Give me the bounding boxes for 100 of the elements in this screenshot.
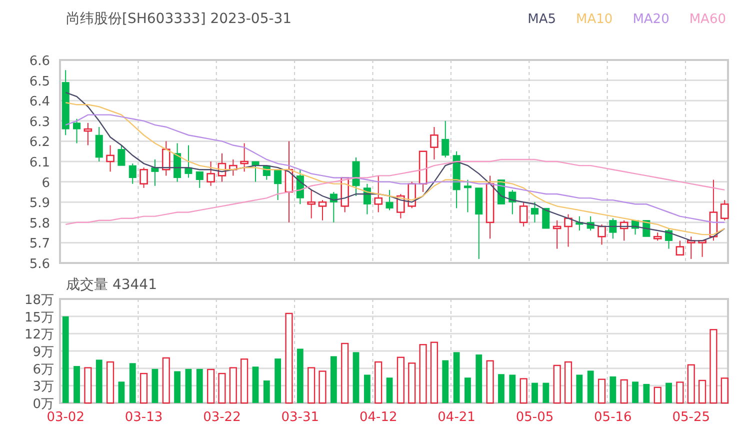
- candlestick: [486, 175, 494, 240]
- candlestick: [229, 158, 238, 176]
- date-label: 05-05: [516, 410, 554, 425]
- candlestick: [620, 220, 628, 242]
- volume-bar: [218, 372, 226, 404]
- axis-label: 5.8: [29, 216, 50, 232]
- volume-bar: [374, 361, 382, 404]
- volume-bar: [185, 368, 192, 403]
- axis-label: 6.4: [29, 94, 50, 110]
- volume-bar: [84, 367, 92, 404]
- volume-bar: [118, 382, 125, 403]
- candlestick: [95, 126, 103, 162]
- axis-label: 5.7: [29, 236, 50, 252]
- volume-bar: [386, 378, 393, 403]
- volume-bar: [654, 386, 662, 404]
- candlestick: [552, 220, 562, 250]
- candlestick: [128, 163, 136, 184]
- axis-label: 9万: [32, 345, 54, 360]
- legend-label: MA60: [689, 12, 726, 26]
- candlestick: [386, 189, 394, 211]
- volume-bar: [174, 371, 180, 403]
- candlestick: [720, 200, 729, 221]
- candlestick: [296, 169, 304, 205]
- candlestick: [542, 208, 550, 229]
- candlestick: [73, 118, 81, 144]
- candlestick: [698, 240, 706, 258]
- axis-label: 5.9: [29, 196, 50, 212]
- volume-bar: [698, 380, 706, 404]
- candlestick: [452, 150, 460, 209]
- candlestick: [442, 120, 450, 158]
- volume-bar: [430, 342, 438, 404]
- candlestick: [196, 171, 204, 188]
- candlestick: [665, 228, 673, 250]
- axis-label: 6: [42, 176, 50, 191]
- axis-label: 6万: [32, 362, 54, 378]
- date-label: 03-22: [203, 410, 241, 425]
- candlestick: [709, 179, 718, 242]
- volume-bar: [263, 380, 270, 403]
- axis-label: 5.6: [29, 257, 50, 270]
- volume-bar: [498, 374, 504, 403]
- axis-label: 18万: [24, 293, 54, 308]
- candlestick: [430, 126, 438, 160]
- volume-bar: [632, 382, 638, 403]
- volume-title: 成交量 43441: [66, 277, 157, 293]
- volume-bar: [676, 382, 684, 404]
- volume-bar: [587, 370, 594, 403]
- candlestick: [106, 144, 114, 172]
- axis-label: 6.2: [29, 135, 50, 150]
- volume-bar: [152, 368, 158, 403]
- candlestick: [531, 202, 538, 223]
- axis-label: 6.1: [29, 156, 50, 170]
- date-label: 03-31: [281, 410, 320, 425]
- volume-bar: [564, 361, 572, 404]
- volume-bar: [476, 354, 482, 403]
- volume-bar: [419, 344, 427, 404]
- candlestick: [396, 193, 405, 219]
- candlestick: [352, 156, 360, 196]
- volume-bar: [274, 358, 282, 403]
- candlestick: [686, 236, 696, 260]
- legend-label: MA20: [632, 12, 670, 26]
- date-label: 04-12: [359, 410, 398, 425]
- volume-bar: [74, 366, 80, 403]
- date-label: 05-25: [672, 410, 710, 425]
- candlestick: [508, 189, 516, 215]
- volume-bar: [576, 374, 583, 403]
- candlestick: [252, 161, 260, 182]
- volume-bar: [408, 362, 416, 404]
- candlestick: [564, 214, 572, 248]
- volume-bar: [140, 372, 148, 404]
- volume-bar: [196, 368, 203, 403]
- volume-bar: [453, 352, 460, 403]
- candlestick: [140, 167, 148, 188]
- candlestick: [162, 140, 170, 176]
- volume-bar: [318, 370, 326, 404]
- candlestick: [330, 191, 338, 223]
- date-label: 05-16: [594, 410, 632, 425]
- volume-bar: [129, 363, 136, 403]
- volume-bar: [207, 368, 215, 404]
- candlestick: [62, 70, 70, 136]
- volume-bar: [666, 382, 672, 403]
- volume-bar: [464, 378, 471, 403]
- volume-bar: [308, 367, 316, 404]
- volume-bar: [532, 382, 538, 403]
- candlestick: [318, 200, 327, 221]
- candlestick: [363, 183, 371, 215]
- candlestick: [598, 224, 606, 246]
- volume-bar: [687, 364, 695, 404]
- candlestick: [576, 216, 584, 232]
- axis-label: 6.3: [29, 114, 50, 130]
- volume-bar: [240, 358, 248, 404]
- volume-bar: [509, 374, 516, 403]
- candlestick: [262, 165, 270, 180]
- volume-bar: [229, 367, 237, 404]
- candlestick: [206, 161, 215, 186]
- volume-bar: [520, 378, 528, 404]
- volume-bar: [352, 352, 360, 403]
- volume-bar: [610, 376, 616, 403]
- axis-label: 3万: [32, 380, 54, 395]
- volume-bar: [296, 348, 304, 403]
- candlestick: [174, 142, 182, 182]
